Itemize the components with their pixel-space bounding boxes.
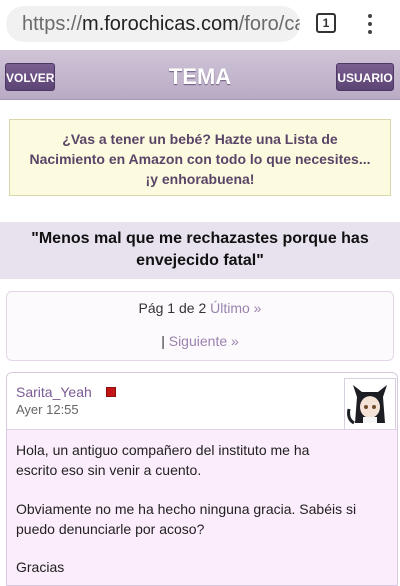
post-text-line: Gracias [16,559,65,575]
address-bar[interactable]: https://m.forochicas.com/foro/ca [6,6,300,42]
ad-line: ¡y enhorabuena! [145,171,255,187]
post-author[interactable]: Sarita_Yeah [16,384,92,400]
thread-title-line: "Menos mal que me rechazastes porque has [31,230,369,247]
next-page-link[interactable]: Siguiente » [169,333,239,349]
pagination: Pág 1 de 2 Último » | Siguiente » [6,291,394,361]
last-page-link[interactable]: Último » [210,300,261,316]
forum-header: VOLVER TEMA USUARIO [0,50,400,100]
post-text-line: Hola, un antiguo compañero del instituto… [16,442,310,458]
post-timestamp: Ayer 12:55 [16,402,79,417]
pager-separator: | [161,333,165,349]
post-text-line: Obviamente no me ha hecho ninguna gracia… [16,501,357,517]
post-header: Sarita_Yeah Ayer 12:55 [7,373,397,430]
back-button[interactable]: VOLVER [5,63,55,91]
url-scheme: https:// [22,13,83,35]
avatar-icon [345,379,395,429]
overflow-menu-icon[interactable] [364,12,376,36]
user-button[interactable]: USUARIO [336,63,394,91]
post-body: Hola, un antiguo compañero del instituto… [7,429,397,585]
url-path: /foro/ca [238,13,300,35]
tab-switcher-button[interactable]: 1 [316,13,336,33]
ad-line: ¿Vas a tener un bebé? Hazte una Lista de [62,131,338,147]
post: Sarita_Yeah Ayer 12:55 Hola, un antiguo … [6,372,398,586]
page-indicator: Pág 1 de 2 [138,300,207,316]
offline-status-icon [106,387,116,397]
ad-line: Nacimiento en Amazon con todo lo que nec… [29,151,371,167]
thread-title-line: envejecido fatal" [136,252,264,269]
ad-banner[interactable]: ¿Vas a tener un bebé? Hazte una Lista de… [9,119,391,196]
url-host: m.forochicas.com [82,13,239,35]
thread-title: "Menos mal que me rechazastes porque has… [0,222,400,279]
avatar[interactable] [344,378,396,430]
page-title: TEMA [168,64,232,89]
post-text-line: puedo denunciarle por acoso? [16,521,205,537]
post-text-line: escrito eso sin venir a cuento. [16,462,202,478]
browser-toolbar: https://m.forochicas.com/foro/ca 1 [0,0,400,50]
